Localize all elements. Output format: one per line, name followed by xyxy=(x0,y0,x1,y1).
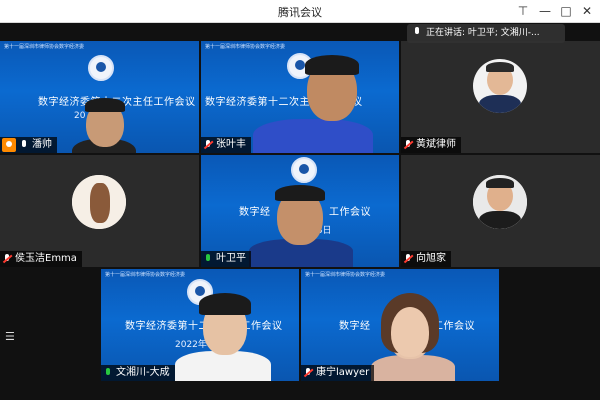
participant-name: 黄斌律师 xyxy=(416,139,456,150)
participant-name-bar: 黄斌律师 xyxy=(401,137,461,153)
close-button[interactable]: ✕ xyxy=(578,2,596,20)
mic-active-icon xyxy=(203,254,213,264)
participant-name: 文湘川-大成 xyxy=(116,367,170,378)
participant-name-bar: 叶卫平 xyxy=(201,251,251,267)
video-tile-houyujie[interactable]: 侯玉洁Emma xyxy=(0,155,199,267)
mic-muted-icon xyxy=(203,140,213,150)
minimize-button[interactable]: — xyxy=(536,2,554,20)
video-tile-zhangyefeng[interactable]: 第十一届深圳市律师协会数字经济委 数字经济委第十二次主任工作会议 张叶丰 xyxy=(201,41,399,153)
title-bar: 腾讯会议 ⊤ — □ ✕ xyxy=(0,0,600,23)
speaking-indicator: 正在讲话: 叶卫平; 文湘川-... xyxy=(407,24,565,43)
participant-name: 向旭家 xyxy=(416,253,446,264)
speaking-label: 正在讲话: 叶卫平; 文湘川-... xyxy=(426,28,540,38)
mic-muted-icon xyxy=(403,254,413,264)
meeting-title-right: 工作会议 xyxy=(329,207,371,218)
mic-muted-icon xyxy=(2,254,12,264)
video-tile-wenxiangchuan[interactable]: 第十一届深圳市律师协会数字经济委 数字经济委第十二次主任工作会议 2022年8 … xyxy=(101,269,299,381)
meeting-title-left: 数字经 xyxy=(239,207,271,218)
avatar xyxy=(473,175,527,229)
video-tile-yeweiping[interactable]: 数字经 工作会议 28日 叶卫平 xyxy=(201,155,399,267)
mic-active-icon xyxy=(103,368,113,378)
menu-icon[interactable]: ☰ xyxy=(5,331,17,343)
org-label: 第十一届深圳市律师协会数字经济委 xyxy=(4,44,85,50)
participant-name: 叶卫平 xyxy=(216,253,246,264)
video-tile-panshuai[interactable]: 第十一届深圳市律师协会数字经济委 数字经济委第十二次主任工作会议 20 潘帅 xyxy=(0,41,199,153)
meeting-title-left: 数字经 xyxy=(339,321,371,332)
window-title: 腾讯会议 xyxy=(278,6,322,19)
mic-muted-icon xyxy=(403,140,413,150)
participant-name-bar: 文湘川-大成 xyxy=(101,365,175,381)
org-label: 第十一届深圳市律师协会数字经济委 xyxy=(105,272,186,278)
logo-icon xyxy=(88,55,114,81)
meeting-title-right: 工作会议 xyxy=(433,321,475,332)
participant-name-bar: 张叶丰 xyxy=(201,137,251,153)
participant-name: 张叶丰 xyxy=(216,139,246,150)
participant-name-bar: 潘帅 xyxy=(0,137,57,153)
mic-muted-icon xyxy=(303,368,313,378)
participant-name: 康宁lawyer xyxy=(316,367,370,378)
video-tile-huangbin[interactable]: 黄斌律师 xyxy=(401,41,600,153)
participant-name: 潘帅 xyxy=(32,139,52,150)
video-grid: 第十一届深圳市律师协会数字经济委 数字经济委第十二次主任工作会议 20 潘帅 第… xyxy=(0,23,600,400)
logo-icon xyxy=(291,157,317,183)
org-label: 第十一届深圳市律师协会数字经济委 xyxy=(305,272,386,278)
avatar xyxy=(72,175,126,229)
meeting-date: 20 xyxy=(74,111,86,121)
speaking-mic-icon xyxy=(413,27,421,35)
host-icon xyxy=(2,138,16,152)
video-tile-xiangxujia[interactable]: 向旭家 xyxy=(401,155,600,267)
org-label: 第十一届深圳市律师协会数字经济委 xyxy=(205,44,286,50)
participant-name: 侯玉洁Emma xyxy=(15,253,77,264)
avatar xyxy=(473,59,527,113)
maximize-button[interactable]: □ xyxy=(557,2,575,20)
participant-name-bar: 向旭家 xyxy=(401,251,451,267)
video-tile-kangning[interactable]: 第十一届深圳市律师协会数字经济委 数字经 工作会议 康宁lawyer xyxy=(301,269,499,381)
mic-icon xyxy=(19,140,29,150)
participant-name-bar: 侯玉洁Emma xyxy=(0,251,82,267)
participant-name-bar: 康宁lawyer xyxy=(301,365,375,381)
pin-icon[interactable]: ⊤ xyxy=(514,2,532,20)
